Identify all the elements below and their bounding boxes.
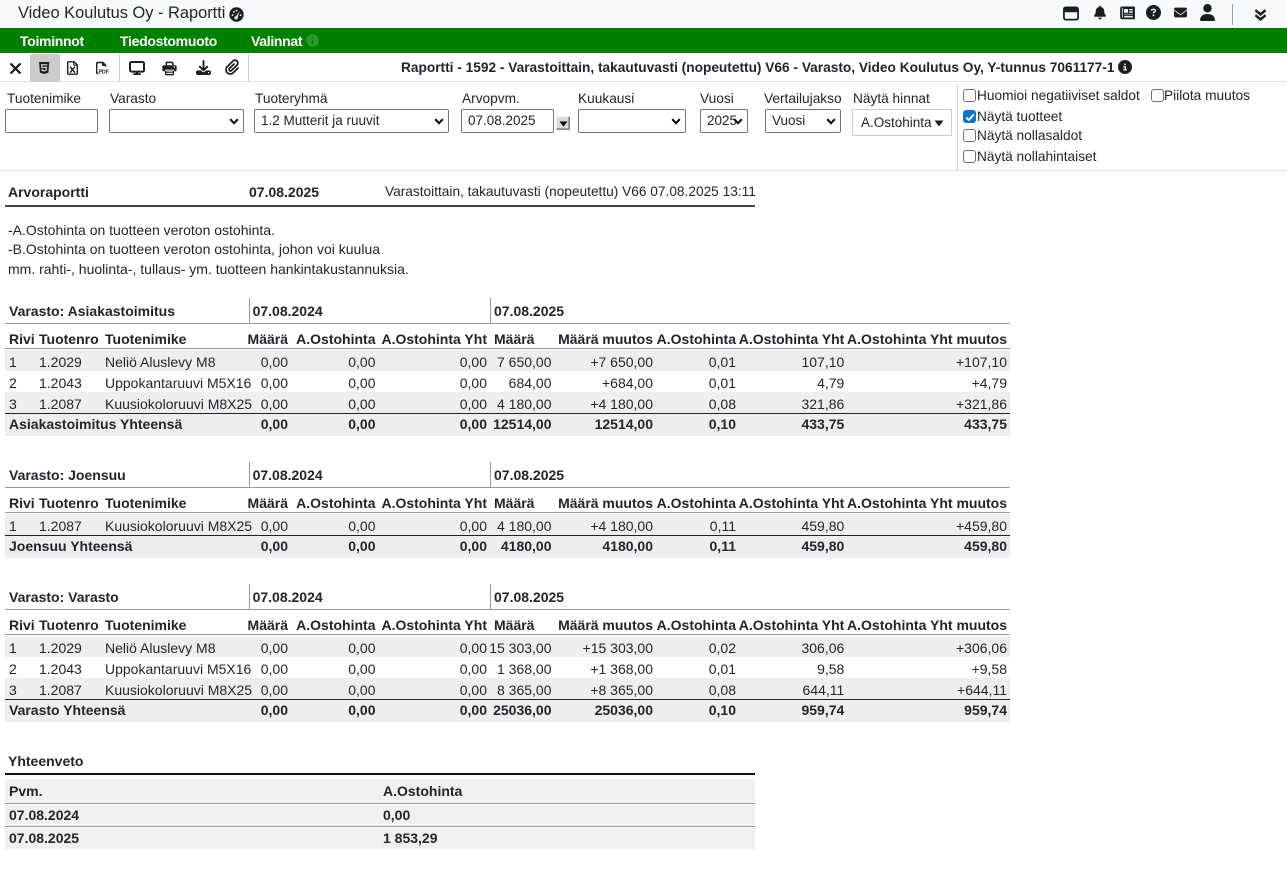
svg-text:PDF: PDF — [99, 70, 109, 75]
